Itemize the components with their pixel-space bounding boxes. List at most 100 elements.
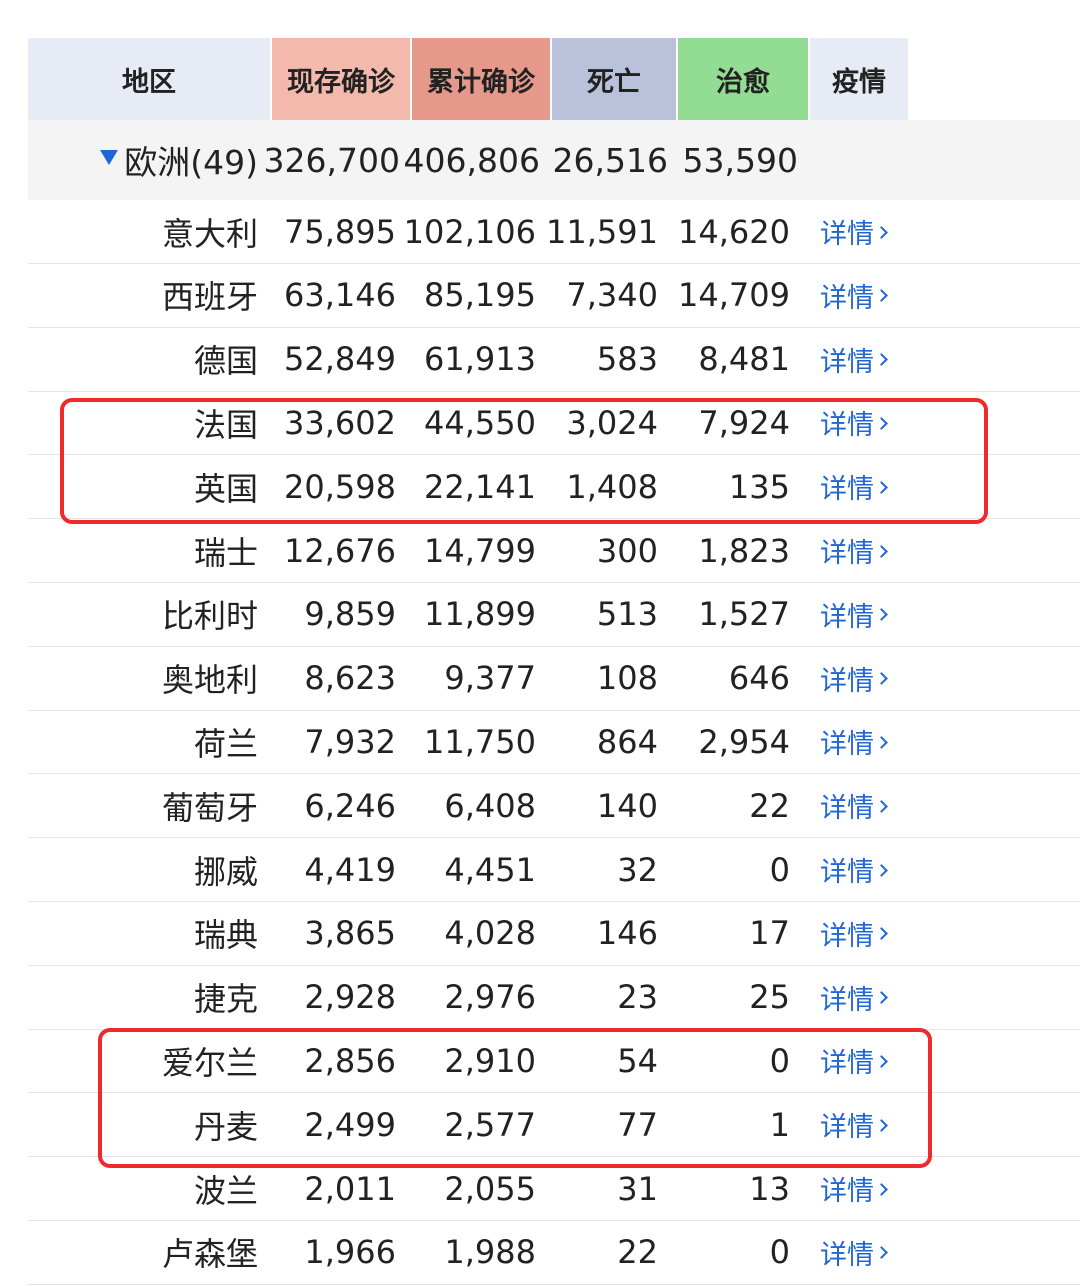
value-cumulative: 1,988 — [444, 1233, 536, 1272]
value-deaths: 77 — [617, 1105, 658, 1144]
value-recovered: 646 — [728, 659, 790, 698]
value-cumulative: 4,028 — [444, 914, 536, 953]
details-link[interactable]: 详情 — [820, 1157, 908, 1220]
value-deaths: 3,024 — [566, 403, 658, 442]
country-row[interactable]: 爱尔兰 2,856 2,910 54 0 详情 — [28, 1029, 1080, 1094]
value-deaths: 54 — [617, 1041, 658, 1080]
value-current: 20,598 — [284, 467, 396, 506]
country-row[interactable]: 法国 33,602 44,550 3,024 7,924 详情 — [28, 391, 1080, 456]
header-recovered[interactable]: 治愈 — [678, 38, 808, 120]
header-current[interactable]: 现存确诊 — [272, 38, 410, 120]
country-row[interactable]: 丹麦 2,499 2,577 77 1 详情 — [28, 1093, 1080, 1158]
details-link[interactable]: 详情 — [820, 583, 908, 646]
details-label: 详情 — [820, 1112, 874, 1144]
value-current: 7,932 — [304, 722, 396, 761]
country-row[interactable]: 意大利 75,895 102,106 11,591 14,620 详情 — [28, 200, 1080, 264]
country-row[interactable]: 荷兰 7,932 11,750 864 2,954 详情 — [28, 710, 1080, 775]
country-row[interactable]: 英国 20,598 22,141 1,408 135 详情 — [28, 455, 1080, 520]
country-name: 比利时 — [161, 597, 258, 636]
chevron-right-icon — [875, 353, 888, 366]
value-recovered: 7,924 — [698, 403, 790, 442]
value-recovered: 0 — [769, 1233, 790, 1272]
chevron-right-icon — [875, 608, 888, 622]
country-row[interactable]: 挪威 4,419 4,451 32 0 详情 — [28, 838, 1080, 902]
value-deaths: 140 — [596, 786, 658, 825]
value-current: 1,966 — [304, 1233, 396, 1272]
value-recovered: 0 — [769, 1041, 790, 1080]
value-recovered: 1,823 — [698, 531, 790, 570]
details-label: 详情 — [820, 1048, 874, 1080]
country-row[interactable]: 卢森堡 1,966 1,988 22 0 详情 — [28, 1221, 1080, 1285]
country-name: 挪威 — [193, 852, 258, 891]
details-link[interactable]: 详情 — [820, 710, 908, 773]
value-current: 2,499 — [304, 1105, 396, 1144]
country-name: 奥地利 — [161, 661, 258, 700]
value-current: 3,865 — [304, 914, 396, 953]
value-cumulative: 6,408 — [444, 786, 536, 825]
details-label: 详情 — [820, 538, 874, 569]
country-name: 西班牙 — [161, 278, 258, 317]
details-link[interactable]: 详情 — [820, 647, 908, 710]
details-link[interactable]: 详情 — [820, 391, 908, 454]
header-deaths[interactable]: 死亡 — [552, 38, 676, 120]
country-row[interactable]: 奥地利 8,623 9,377 108 646 详情 — [28, 647, 1080, 711]
details-link[interactable]: 详情 — [820, 1093, 908, 1156]
value-cumulative: 4,451 — [444, 850, 536, 889]
value-deaths: 1,408 — [566, 467, 658, 506]
value-cumulative: 9,377 — [444, 659, 536, 698]
value-recovered: 22 — [749, 786, 790, 825]
details-link[interactable]: 详情 — [820, 902, 908, 965]
value-current: 12,676 — [284, 531, 396, 570]
country-row[interactable]: 葡萄牙 6,246 6,408 140 22 详情 — [28, 774, 1080, 839]
details-link[interactable]: 详情 — [820, 200, 908, 263]
details-link[interactable]: 详情 — [820, 1029, 908, 1092]
value-current: 2,856 — [304, 1041, 396, 1080]
details-link[interactable]: 详情 — [820, 264, 908, 327]
value-cumulative: 11,899 — [424, 595, 536, 634]
details-link[interactable]: 详情 — [820, 838, 908, 901]
country-row[interactable]: 比利时 9,859 11,899 513 1,527 详情 — [28, 583, 1080, 647]
country-name: 葡萄牙 — [161, 788, 258, 827]
value-cumulative: 14,799 — [424, 531, 536, 570]
details-label: 详情 — [820, 984, 874, 1016]
header-region[interactable]: 地区 — [28, 38, 270, 120]
header-cumulative[interactable]: 累计确诊 — [412, 38, 550, 120]
value-current: 33,602 — [284, 403, 396, 442]
value-cumulative: 44,550 — [424, 403, 536, 442]
continent-summary-row[interactable]: 欧洲(49) 326,700 406,806 26,516 53,590 — [28, 120, 1080, 200]
value-deaths: 864 — [596, 722, 658, 761]
chevron-right-icon — [875, 480, 888, 494]
country-name: 捷克 — [193, 980, 258, 1019]
country-name: 荷兰 — [193, 724, 258, 763]
details-link[interactable]: 详情 — [820, 328, 908, 391]
value-recovered: 13 — [749, 1169, 790, 1208]
header-epidemic[interactable]: 疫情 — [810, 38, 908, 120]
summary-current: 326,700 — [263, 140, 400, 180]
country-row[interactable]: 瑞士 12,676 14,799 300 1,823 详情 — [28, 519, 1080, 583]
details-link[interactable]: 详情 — [820, 455, 908, 518]
country-row[interactable]: 西班牙 63,146 85,195 7,340 14,709 详情 — [28, 264, 1080, 328]
value-current: 2,011 — [304, 1169, 396, 1208]
value-deaths: 108 — [596, 659, 658, 698]
value-current: 8,623 — [304, 659, 396, 698]
details-link[interactable]: 详情 — [820, 774, 908, 837]
value-recovered: 1 — [769, 1105, 790, 1144]
details-link[interactable]: 详情 — [820, 519, 908, 582]
chevron-right-icon — [875, 672, 888, 685]
country-name: 爱尔兰 — [161, 1043, 258, 1082]
chevron-right-icon — [875, 1246, 888, 1260]
country-row[interactable]: 捷克 2,928 2,976 23 25 详情 — [28, 966, 1080, 1030]
details-label: 详情 — [820, 793, 874, 825]
details-link[interactable]: 详情 — [820, 966, 908, 1029]
value-current: 6,246 — [304, 786, 396, 825]
country-row[interactable]: 波兰 2,011 2,055 31 13 详情 — [28, 1157, 1080, 1221]
details-label: 详情 — [820, 219, 874, 250]
value-recovered: 1,527 — [698, 595, 790, 634]
value-recovered: 17 — [749, 914, 790, 953]
chevron-right-icon — [875, 736, 888, 749]
country-row[interactable]: 德国 52,849 61,913 583 8,481 详情 — [28, 328, 1080, 392]
country-row[interactable]: 瑞典 3,865 4,028 146 17 详情 — [28, 902, 1080, 966]
value-cumulative: 2,976 — [444, 978, 536, 1017]
summary-deaths: 26,516 — [552, 140, 668, 180]
details-link[interactable]: 详情 — [820, 1221, 908, 1284]
